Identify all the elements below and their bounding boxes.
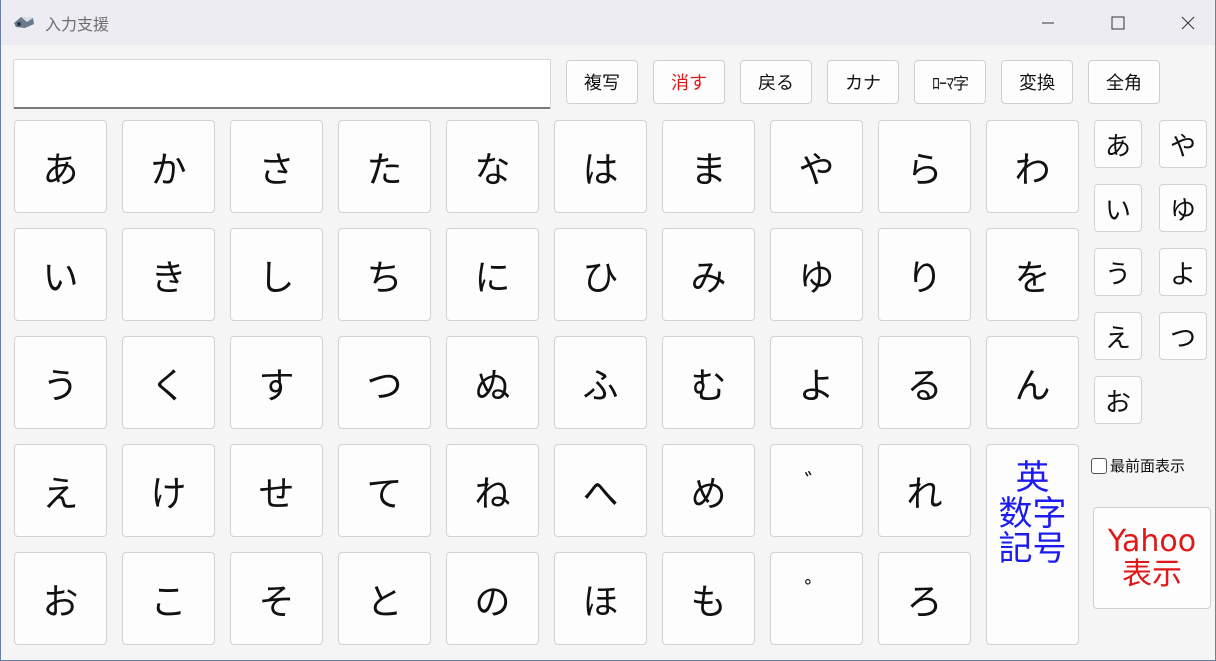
kana-key[interactable]: に xyxy=(446,228,539,321)
content-area: 複写 消す 戻る カナ ﾛｰﾏ字 変換 全角 あいうえおかきくけこさしすせそたち… xyxy=(1,45,1215,660)
kana-key[interactable]: り xyxy=(878,228,971,321)
kana-key[interactable]: ほ xyxy=(554,552,647,645)
yahoo-label-line1: Yahoo xyxy=(1107,524,1197,559)
kana-key[interactable]: さ xyxy=(230,120,323,213)
minimize-icon xyxy=(1042,22,1054,23)
small-kana-key[interactable]: お xyxy=(1094,376,1142,424)
small-kana-key[interactable]: や xyxy=(1159,120,1207,168)
kana-key[interactable]: ん xyxy=(986,336,1079,429)
zenkaku-button[interactable]: 全角 xyxy=(1088,60,1160,104)
kana-key[interactable]: の xyxy=(446,552,539,645)
kana-key[interactable]: ろ xyxy=(878,552,971,645)
alnum-label-line2: 数字 xyxy=(998,493,1067,534)
kana-key[interactable]: ら xyxy=(878,120,971,213)
kana-key[interactable]: ま xyxy=(662,120,755,213)
kana-key[interactable]: わ xyxy=(986,120,1079,213)
kana-key[interactable]: は xyxy=(554,120,647,213)
kana-key[interactable]: ゛ xyxy=(770,444,863,537)
kana-key[interactable]: そ xyxy=(230,552,323,645)
kana-key[interactable]: う xyxy=(14,336,107,429)
kana-key[interactable]: め xyxy=(662,444,755,537)
kana-button[interactable]: カナ xyxy=(827,60,899,104)
kana-key[interactable]: な xyxy=(446,120,539,213)
input-support-window: 入力支援 複写 消す 戻る カナ ﾛｰﾏ字 変換 全角 あいうえおかきくけこさし… xyxy=(0,0,1216,661)
kana-key[interactable]: よ xyxy=(770,336,863,429)
kana-key[interactable]: あ xyxy=(14,120,107,213)
close-icon xyxy=(1181,16,1195,29)
kana-key[interactable]: つ xyxy=(338,336,431,429)
romaji-button[interactable]: ﾛｰﾏ字 xyxy=(914,60,986,104)
back-button[interactable]: 戻る xyxy=(740,60,812,104)
kana-key[interactable]: け xyxy=(122,444,215,537)
copy-button[interactable]: 複写 xyxy=(566,60,638,104)
kana-key[interactable]: ゆ xyxy=(770,228,863,321)
text-input[interactable] xyxy=(13,59,551,109)
kana-key[interactable]: ひ xyxy=(554,228,647,321)
maximize-button[interactable] xyxy=(1095,0,1141,45)
kana-key[interactable]: る xyxy=(878,336,971,429)
kana-key[interactable]: ふ xyxy=(554,336,647,429)
kana-key[interactable]: ゜ xyxy=(770,552,863,645)
topmost-option[interactable]: 最前面表示 xyxy=(1091,455,1185,476)
kana-key[interactable]: き xyxy=(122,228,215,321)
maximize-icon xyxy=(1111,16,1125,29)
alnum-label-line3: 記号 xyxy=(998,529,1067,570)
kana-key[interactable]: ち xyxy=(338,228,431,321)
kana-key[interactable]: ぬ xyxy=(446,336,539,429)
minimize-button[interactable] xyxy=(1025,0,1071,45)
window-title: 入力支援 xyxy=(45,15,110,34)
kana-key[interactable]: ね xyxy=(446,444,539,537)
topmost-checkbox[interactable] xyxy=(1091,457,1107,474)
alnum-label-line1: 英 xyxy=(1015,458,1050,498)
kana-key[interactable]: へ xyxy=(554,444,647,537)
kana-key[interactable]: も xyxy=(662,552,755,645)
small-kana-key[interactable]: え xyxy=(1094,312,1142,360)
small-kana-key[interactable]: あ xyxy=(1094,120,1142,168)
small-kana-key[interactable]: よ xyxy=(1159,248,1207,296)
kana-key[interactable]: す xyxy=(230,336,323,429)
small-kana-key[interactable]: つ xyxy=(1159,312,1207,360)
kana-key[interactable]: く xyxy=(122,336,215,429)
convert-button[interactable]: 変換 xyxy=(1001,60,1073,104)
kana-key[interactable]: て xyxy=(338,444,431,537)
close-button[interactable] xyxy=(1165,0,1211,45)
yahoo-display-button[interactable]: Yahoo 表示 xyxy=(1093,507,1211,609)
kana-key[interactable]: む xyxy=(662,336,755,429)
yahoo-label-line2: 表示 xyxy=(1122,557,1182,592)
topmost-label: 最前面表示 xyxy=(1110,457,1186,475)
title-bar[interactable]: 入力支援 xyxy=(1,0,1215,45)
kana-key[interactable]: お xyxy=(14,552,107,645)
small-kana-key[interactable]: う xyxy=(1094,248,1142,296)
kana-key[interactable]: こ xyxy=(122,552,215,645)
clear-button[interactable]: 消す xyxy=(653,60,725,104)
small-kana-key[interactable]: ゆ xyxy=(1159,184,1207,232)
kana-key[interactable]: せ xyxy=(230,444,323,537)
kana-key[interactable]: か xyxy=(122,120,215,213)
kana-key[interactable]: い xyxy=(14,228,107,321)
kana-key[interactable]: を xyxy=(986,228,1079,321)
kana-key[interactable]: え xyxy=(14,444,107,537)
alnum-symbol-key[interactable]: 英 数字 記号 xyxy=(986,444,1079,645)
kana-key[interactable]: み xyxy=(662,228,755,321)
kana-key[interactable]: し xyxy=(230,228,323,321)
kana-key[interactable]: れ xyxy=(878,444,971,537)
kana-key[interactable]: や xyxy=(770,120,863,213)
app-icon xyxy=(14,17,34,28)
small-kana-key[interactable]: い xyxy=(1094,184,1142,232)
kana-key[interactable]: た xyxy=(338,120,431,213)
kana-key[interactable]: と xyxy=(338,552,431,645)
